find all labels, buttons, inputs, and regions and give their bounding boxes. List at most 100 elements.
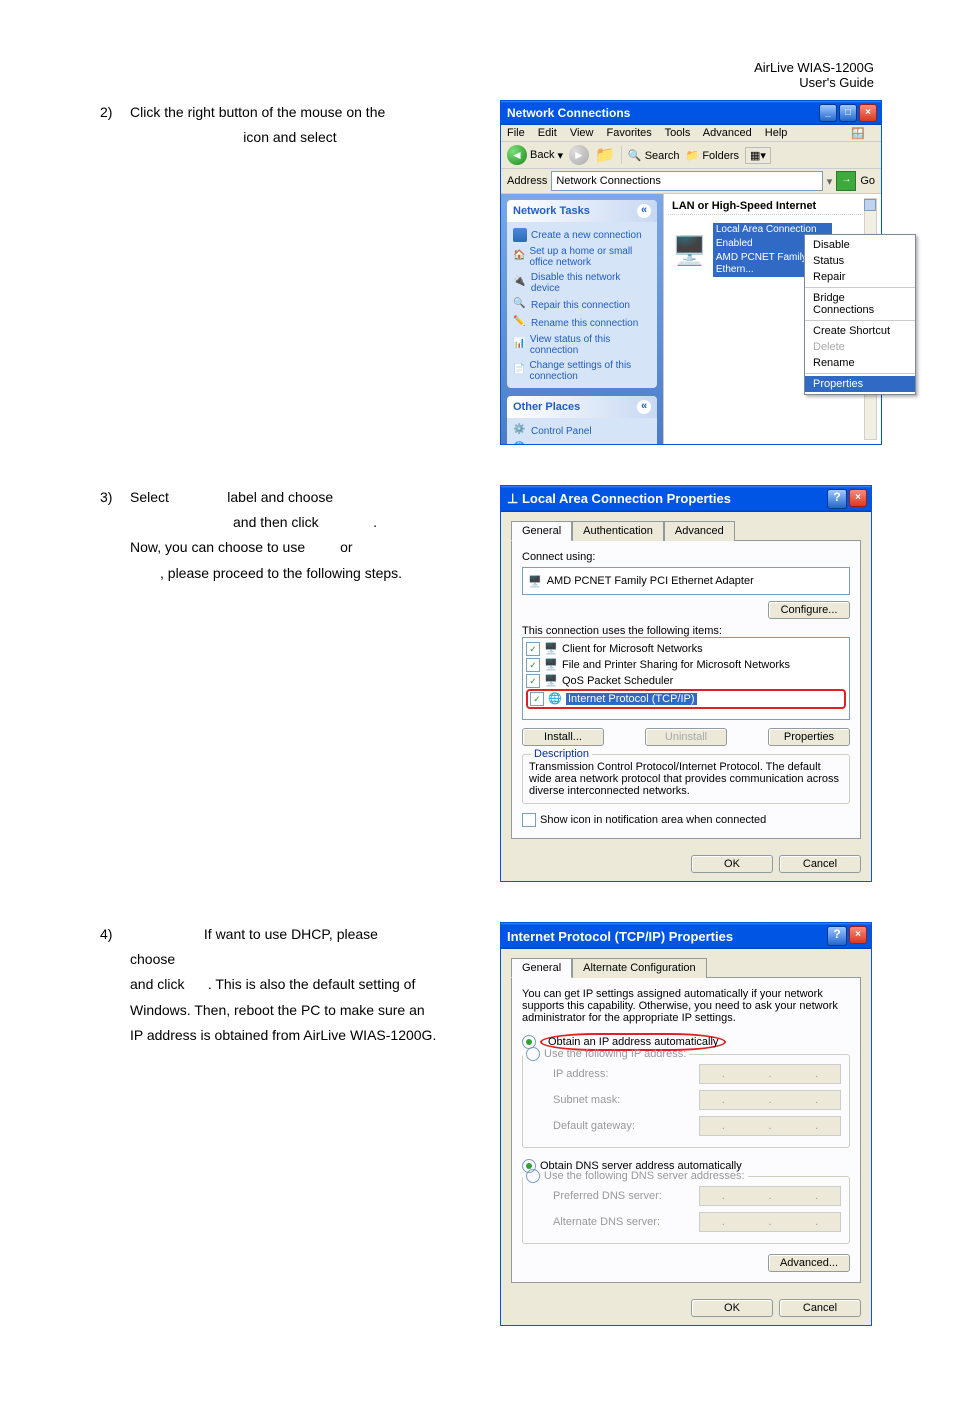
task-repair[interactable]: 🔍Repair this connection [513, 296, 651, 314]
service-icon: 🖥️ [544, 658, 558, 672]
scrollbar-thumb[interactable] [864, 199, 876, 211]
close-button[interactable]: × [859, 104, 877, 122]
adapter-name: AMD PCNET Family PCI Ethernet Adapter [547, 575, 754, 587]
task-home-network[interactable]: 🏠Set up a home or small office network [513, 244, 651, 270]
place-network-places[interactable]: 🌐My Network Places [513, 440, 651, 444]
home-icon: 🏠 [513, 250, 525, 264]
items-list: ✓🖥️Client for Microsoft Networks ✓🖥️File… [522, 637, 850, 720]
ctx-shortcut[interactable]: Create Shortcut [805, 323, 915, 339]
menu-view[interactable]: View [570, 127, 594, 139]
network-tasks-header: Network Tasks [513, 205, 590, 217]
item-fileprint[interactable]: File and Printer Sharing for Microsoft N… [562, 659, 790, 671]
place-control-panel[interactable]: ⚙️Control Panel [513, 422, 651, 440]
cancel-button[interactable]: Cancel [779, 855, 861, 873]
checkbox-icon[interactable]: ✓ [526, 642, 540, 656]
back-button[interactable]: ◄Back ▾ [507, 145, 563, 165]
alt-dns-label: Alternate DNS server: [553, 1216, 660, 1228]
checkbox-icon[interactable]: ✓ [526, 674, 540, 688]
forward-button[interactable]: ► [569, 145, 589, 165]
menu-edit[interactable]: Edit [538, 127, 557, 139]
service-icon: 🖥️ [544, 674, 558, 688]
radio-use-ip[interactable] [526, 1047, 540, 1061]
connections-list: LAN or High-Speed Internet 🖥️ Local Area… [663, 194, 881, 444]
item-tcpip[interactable]: Internet Protocol (TCP/IP) [566, 693, 697, 705]
settings-icon: 📄 [513, 364, 525, 378]
show-icon-checkbox[interactable] [522, 813, 536, 827]
alt-dns-field: ... [699, 1212, 841, 1232]
address-label: Address [507, 175, 547, 187]
protocol-icon: 🌐 [548, 692, 562, 706]
help-button[interactable]: ? [827, 926, 847, 946]
collapse-icon[interactable]: « [637, 204, 651, 218]
up-button[interactable]: 📁 [595, 145, 615, 165]
item-qos[interactable]: QoS Packet Scheduler [562, 675, 673, 687]
minimize-button[interactable]: _ [819, 104, 837, 122]
item-client[interactable]: Client for Microsoft Networks [562, 643, 703, 655]
views-button[interactable]: ▦▾ [745, 147, 771, 164]
tab-alternate[interactable]: Alternate Configuration [572, 958, 707, 978]
maximize-button[interactable]: □ [839, 104, 857, 122]
connection-icon: 🖥️ [672, 234, 707, 267]
network-places-icon: 🌐 [513, 442, 527, 444]
category-header: LAN or High-Speed Internet [668, 198, 877, 215]
show-icon-label: Show icon in notification area when conn… [540, 814, 766, 826]
task-settings[interactable]: 📄Change settings of this connection [513, 358, 651, 384]
connection-icon: ⊥ [507, 491, 518, 506]
use-dns-label: Use the following DNS server addresses: [544, 1170, 745, 1182]
configure-button[interactable]: Configure... [768, 601, 850, 619]
menu-tools[interactable]: Tools [665, 127, 691, 139]
advanced-button[interactable]: Advanced... [768, 1254, 850, 1272]
control-panel-icon: ⚙️ [513, 424, 527, 438]
step4-num: 4) [100, 922, 130, 947]
description-label: Description [531, 748, 592, 760]
close-button[interactable]: × [849, 489, 867, 507]
task-disable-device[interactable]: 🔌Disable this network device [513, 270, 651, 296]
folders-button[interactable]: 📁 Folders [686, 149, 739, 162]
menu-advanced[interactable]: Advanced [703, 127, 752, 139]
ctx-repair[interactable]: Repair [805, 269, 915, 285]
tab-authentication[interactable]: Authentication [572, 521, 664, 541]
ok-button[interactable]: OK [691, 1299, 773, 1317]
ctx-disable[interactable]: Disable [805, 237, 915, 253]
help-button[interactable]: ? [827, 489, 847, 509]
search-button[interactable]: 🔍 Search [628, 149, 680, 162]
ip-address-label: IP address: [553, 1068, 608, 1080]
cancel-button[interactable]: Cancel [779, 1299, 861, 1317]
ip-blurb: You can get IP settings assigned automat… [522, 988, 850, 1024]
checkbox-icon[interactable]: ✓ [526, 658, 540, 672]
address-input[interactable] [551, 171, 822, 191]
checkbox-icon[interactable]: ✓ [530, 692, 544, 706]
ctx-status[interactable]: Status [805, 253, 915, 269]
ok-button[interactable]: OK [691, 855, 773, 873]
menu-favorites[interactable]: Favorites [607, 127, 652, 139]
menu-file[interactable]: File [507, 127, 525, 139]
task-create-connection[interactable]: Create a new connection [513, 226, 651, 244]
task-pane: Network Tasks « Create a new connection 🏠… [501, 194, 663, 444]
menu-help[interactable]: Help [765, 127, 788, 139]
radio-use-dns[interactable] [526, 1169, 540, 1183]
dialog-title: ⊥ Local Area Connection Properties [507, 491, 731, 507]
ip-address-field: ... [699, 1064, 841, 1084]
description-text: Transmission Control Protocol/Internet P… [529, 761, 843, 797]
dialog-title: Internet Protocol (TCP/IP) Properties [507, 929, 733, 944]
tab-advanced[interactable]: Advanced [664, 521, 735, 541]
ctx-properties[interactable]: Properties [805, 376, 915, 392]
properties-button[interactable]: Properties [768, 728, 850, 746]
go-button[interactable]: → [836, 171, 856, 191]
gateway-field: ... [699, 1116, 841, 1136]
wizard-icon [513, 228, 527, 242]
close-button[interactable]: × [849, 926, 867, 944]
step3-num: 3) [100, 485, 130, 510]
install-button[interactable]: Install... [522, 728, 604, 746]
guide-title: User's Guide [100, 75, 874, 90]
connect-using-label: Connect using: [522, 551, 850, 563]
repair-icon: 🔍 [513, 298, 527, 312]
tab-general[interactable]: General [511, 958, 572, 978]
collapse-icon[interactable]: « [637, 400, 651, 414]
ctx-bridge[interactable]: Bridge Connections [805, 290, 915, 318]
task-rename[interactable]: ✏️Rename this connection [513, 314, 651, 332]
step2-num: 2) [100, 100, 130, 125]
task-status[interactable]: 📊View status of this connection [513, 332, 651, 358]
tab-general[interactable]: General [511, 521, 572, 541]
ctx-rename[interactable]: Rename [805, 355, 915, 371]
